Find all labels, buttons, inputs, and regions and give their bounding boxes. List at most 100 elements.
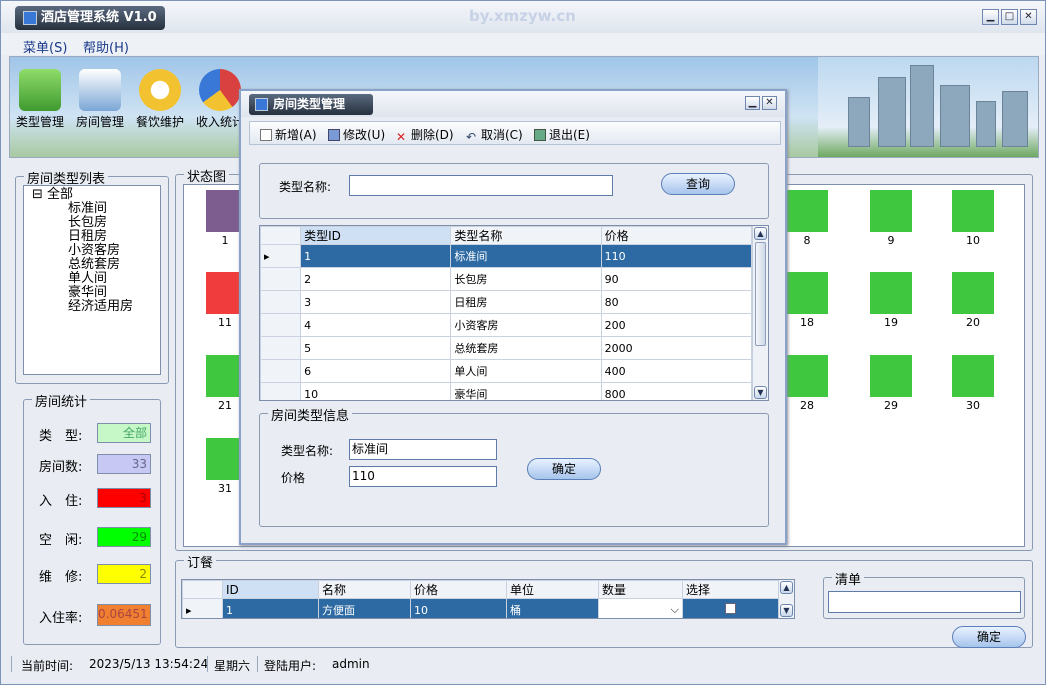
stat-rooms-label: 房间数: (39, 460, 83, 475)
order-header-qty[interactable]: 数量 (598, 580, 683, 599)
user-label: 登陆用户: (264, 659, 317, 673)
main-window: 酒店管理系统 V1.0 by.xmzyw.cn ▁ □ ✕ 菜单(S) 帮助(H… (0, 0, 1046, 685)
time-value: 2023/5/13 13:54:24 (89, 657, 209, 671)
row-indicator: ▸ (260, 244, 302, 268)
user-value: admin (332, 657, 370, 671)
notepad-icon (79, 69, 121, 111)
row-header (260, 313, 302, 337)
type-manage-button[interactable]: 类型管理 (10, 65, 70, 130)
room-type-grid: 类型ID 类型名称 价格 ▸ 1 标准间 110 2 长包房 90 3 日租房 … (259, 225, 769, 401)
select-checkbox-cell[interactable] (682, 598, 779, 618)
stat-rooms-value: 33 (97, 454, 151, 474)
order-header-price[interactable]: 价格 (410, 580, 507, 599)
delete-button[interactable]: ✕ 删除(D) (396, 126, 454, 143)
stat-rate-label: 入住率: (39, 611, 83, 626)
chevron-down-icon: ⌵ (670, 603, 679, 616)
grid-header-price[interactable]: 价格 (600, 226, 753, 245)
room-number: 10 (966, 234, 980, 247)
scroll-down-icon[interactable]: ▼ (754, 386, 767, 399)
close-button[interactable]: ✕ (1020, 9, 1037, 25)
room-number: 18 (800, 316, 814, 329)
grid-header-id[interactable]: 类型ID (300, 226, 452, 245)
cell-price: 400 (600, 359, 753, 383)
scroll-thumb[interactable] (755, 242, 766, 346)
scroll-up-icon[interactable]: ▲ (754, 227, 767, 240)
menu-bar: 菜单(S) 帮助(H) (1, 33, 1045, 56)
stat-rate-value: 0.06451 (97, 604, 151, 626)
table-row[interactable]: 10 豪华间 800 (260, 382, 753, 400)
add-button[interactable]: 新增(A) (260, 126, 317, 143)
status-bar: 当前时间: 2023/5/13 13:54:24 星期六 登陆用户: admin (9, 653, 1039, 677)
cell-price: 200 (600, 313, 753, 337)
stat-free-value: 29 (97, 527, 151, 547)
qty-dropdown[interactable]: ⌵ (598, 598, 683, 618)
room-manage-button[interactable]: 房间管理 (70, 65, 130, 130)
bill-list-box[interactable] (828, 591, 1021, 613)
menu-help[interactable]: 帮助(H) (83, 37, 129, 56)
order-row[interactable]: ▸ 1 方便面 10 桶 ⌵ (182, 598, 779, 618)
search-input[interactable] (349, 175, 613, 196)
room-tile[interactable] (952, 355, 994, 397)
dialog-close-button[interactable]: ✕ (762, 96, 777, 110)
order-header-id[interactable]: ID (222, 580, 319, 599)
grid-header-name[interactable]: 类型名称 (450, 226, 602, 245)
cell-name: 长包房 (450, 267, 602, 291)
cell-price: 80 (600, 290, 753, 314)
minimize-button[interactable]: ▁ (982, 9, 999, 25)
cancel-button[interactable]: ↶ 取消(C) (466, 126, 523, 143)
room-tile[interactable] (786, 190, 828, 232)
price-label: 价格 (281, 471, 306, 485)
cell-name: 豪华间 (450, 382, 602, 400)
cell-price: 2000 (600, 336, 753, 360)
maximize-button[interactable]: □ (1001, 9, 1018, 25)
room-tile[interactable] (870, 272, 912, 314)
room-type-tree[interactable]: ⊟ 全部 标准间 长包房 日租房 小资客房 总统套房 单人间 豪华间 经济适用房 (23, 185, 161, 375)
menu-file[interactable]: 菜单(S) (23, 37, 67, 56)
cell-price: 800 (600, 382, 753, 400)
type-name-input[interactable]: 标准间 (349, 439, 497, 460)
new-doc-icon (260, 129, 272, 141)
weekday: 星期六 (214, 659, 251, 673)
catering-button[interactable]: 餐饮维护 (130, 65, 190, 130)
tree-root[interactable]: ⊟ 全部 (32, 187, 73, 202)
order-header-select[interactable]: 选择 (682, 580, 779, 599)
edit-button[interactable]: 修改(U) (328, 126, 385, 143)
scroll-down-icon[interactable]: ▼ (780, 604, 793, 617)
table-row[interactable]: 3 日租房 80 (260, 290, 753, 314)
time-label: 当前时间: (21, 659, 74, 673)
grid-scrollbar[interactable]: ▲ ▼ (752, 226, 768, 400)
row-header (260, 290, 302, 314)
cell-price: 90 (600, 267, 753, 291)
table-row[interactable]: ▸ 1 标准间 110 (260, 244, 753, 268)
confirm-button[interactable]: 确定 (527, 458, 601, 480)
room-tile[interactable] (870, 355, 912, 397)
table-row[interactable]: 5 总统套房 2000 (260, 336, 753, 360)
row-header (260, 382, 302, 400)
exit-button[interactable]: 退出(E) (534, 126, 590, 143)
order-header-unit[interactable]: 单位 (506, 580, 599, 599)
table-row[interactable]: 2 长包房 90 (260, 267, 753, 291)
room-tile[interactable] (870, 190, 912, 232)
room-number: 30 (966, 399, 980, 412)
tree-item[interactable]: 经济适用房 (68, 299, 133, 314)
room-tile[interactable] (952, 190, 994, 232)
room-tile[interactable] (952, 272, 994, 314)
row-indicator: ▸ (182, 598, 223, 618)
table-row[interactable]: 6 单人间 400 (260, 359, 753, 383)
stat-maint-value: 2 (97, 564, 151, 584)
room-tile[interactable] (786, 272, 828, 314)
query-button[interactable]: 查询 (661, 173, 735, 195)
scroll-up-icon[interactable]: ▲ (780, 581, 793, 594)
price-input[interactable]: 110 (349, 466, 497, 487)
stat-occupied-label: 入 住: (39, 494, 83, 509)
cell-id: 4 (300, 313, 452, 337)
room-tile[interactable] (786, 355, 828, 397)
room-number: 28 (800, 399, 814, 412)
order-confirm-button[interactable]: 确定 (952, 626, 1026, 648)
table-row[interactable]: 4 小资客房 200 (260, 313, 753, 337)
dialog-minimize-button[interactable]: ▁ (745, 96, 760, 110)
order-header-name[interactable]: 名称 (318, 580, 411, 599)
order-scrollbar[interactable]: ▲ ▼ (778, 580, 794, 618)
select-checkbox[interactable] (725, 603, 736, 614)
undo-icon: ↶ (466, 130, 477, 144)
